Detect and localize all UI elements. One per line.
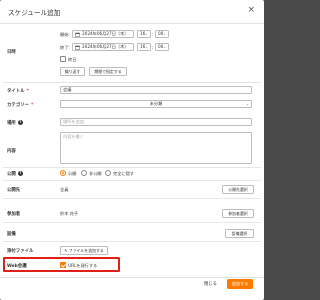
participants-value: 鈴木 花子	[60, 211, 79, 216]
schedule-add-dialog: スケジュール追加 × 日時 開始: 2024年06月27日（木） 16 ⌄ : 0…	[0, 0, 264, 300]
allday-label: 終日	[68, 57, 77, 62]
chevron-down-icon: ⌄	[245, 102, 249, 106]
end-minute-select[interactable]: 00 ⌄	[155, 43, 169, 51]
time-colon: :	[152, 45, 154, 50]
help-icon[interactable]: ?	[17, 120, 23, 125]
start-hour-select[interactable]: 16 ⌄	[137, 30, 151, 38]
title-label-text: タイトル	[7, 89, 25, 94]
close-icon[interactable]: ×	[247, 6, 255, 15]
place-label-text: 場所	[7, 121, 16, 126]
web-meeting-highlight-box	[3, 257, 120, 272]
place-label: 場所?	[7, 120, 23, 126]
content-label: 内容	[7, 149, 16, 154]
publish-to-select-button[interactable]: 公開先選択	[222, 185, 254, 194]
place-input[interactable]: 場所を追加	[60, 118, 252, 126]
dialog-header: スケジュール追加 ×	[0, 0, 264, 24]
end-date-value: 2024年06月27日（木）	[82, 44, 129, 49]
radio-private[interactable]	[81, 170, 87, 176]
chevron-down-icon: ⌄	[144, 32, 148, 36]
radio-hidden-label: 完全に隠す	[113, 171, 134, 176]
start-label: 開始:	[60, 32, 70, 37]
add-file-button-label: ファイルを追加する	[68, 248, 104, 253]
divider	[3, 222, 261, 223]
visibility-label: 公開?	[7, 171, 23, 177]
add-file-button[interactable]: ✎ ファイルを追加する	[60, 246, 108, 255]
end-hour-select[interactable]: 16 ⌄	[137, 43, 151, 51]
chevron-down-icon: ⌄	[162, 32, 166, 36]
radio-private-label: 非公開	[89, 171, 102, 176]
divider	[3, 82, 261, 83]
divider	[3, 241, 261, 242]
period-button[interactable]: 期間で指定する	[89, 67, 127, 76]
divider	[3, 198, 261, 199]
category-label-text: カテゴリー	[7, 103, 29, 108]
close-button[interactable]: 閉じる	[204, 281, 217, 287]
required-mark: *	[30, 103, 34, 108]
help-icon[interactable]: ?	[17, 171, 23, 176]
equipment-label: 設備	[7, 232, 16, 237]
radio-public[interactable]	[60, 170, 66, 176]
divider	[3, 167, 261, 168]
chevron-down-icon: ⌄	[162, 45, 166, 49]
divider	[3, 180, 261, 181]
dialog-title: スケジュール追加	[8, 9, 61, 17]
category-value: 未分類	[149, 101, 163, 106]
datetime-label: 日時	[7, 50, 16, 55]
time-colon: :	[152, 32, 154, 37]
start-date-value: 2024年06月27日（木）	[82, 31, 129, 36]
allday-checkbox[interactable]	[60, 56, 66, 62]
radio-hidden[interactable]	[105, 170, 111, 176]
save-button[interactable]: 追加する	[227, 279, 253, 289]
radio-public-label: 公開	[68, 171, 77, 176]
footer-divider	[0, 277, 264, 278]
participants-select-button[interactable]: 参加者選択	[222, 209, 254, 218]
repeat-button[interactable]: 繰り返す	[60, 67, 85, 76]
category-label: カテゴリー *	[7, 102, 33, 108]
calendar-icon	[75, 45, 80, 50]
end-date-input[interactable]: 2024年06月27日（木）	[72, 43, 134, 51]
start-date-input[interactable]: 2024年06月27日（木）	[72, 30, 134, 38]
equipment-select-button[interactable]: 設備選択	[225, 229, 254, 238]
start-minute-select[interactable]: 00 ⌄	[155, 30, 169, 38]
participants-label: 参加者	[7, 212, 21, 217]
publish-to-label: 公開先	[7, 188, 21, 193]
content-textarea[interactable]: 内容を書く	[60, 132, 252, 164]
calendar-icon	[75, 32, 80, 37]
attachment-label: 添付ファイル	[7, 249, 34, 254]
publish-to-value: 全員	[60, 187, 69, 192]
title-label: タイトル *	[7, 88, 29, 94]
required-mark: *	[26, 89, 29, 94]
category-select[interactable]: 未分類 ⌄	[60, 100, 252, 108]
end-label: 終了:	[60, 45, 70, 50]
chevron-down-icon: ⌄	[144, 45, 148, 49]
title-input[interactable]: 会議	[60, 86, 252, 94]
visibility-label-text: 公開	[7, 172, 16, 177]
paperclip-icon: ✎	[64, 248, 68, 253]
